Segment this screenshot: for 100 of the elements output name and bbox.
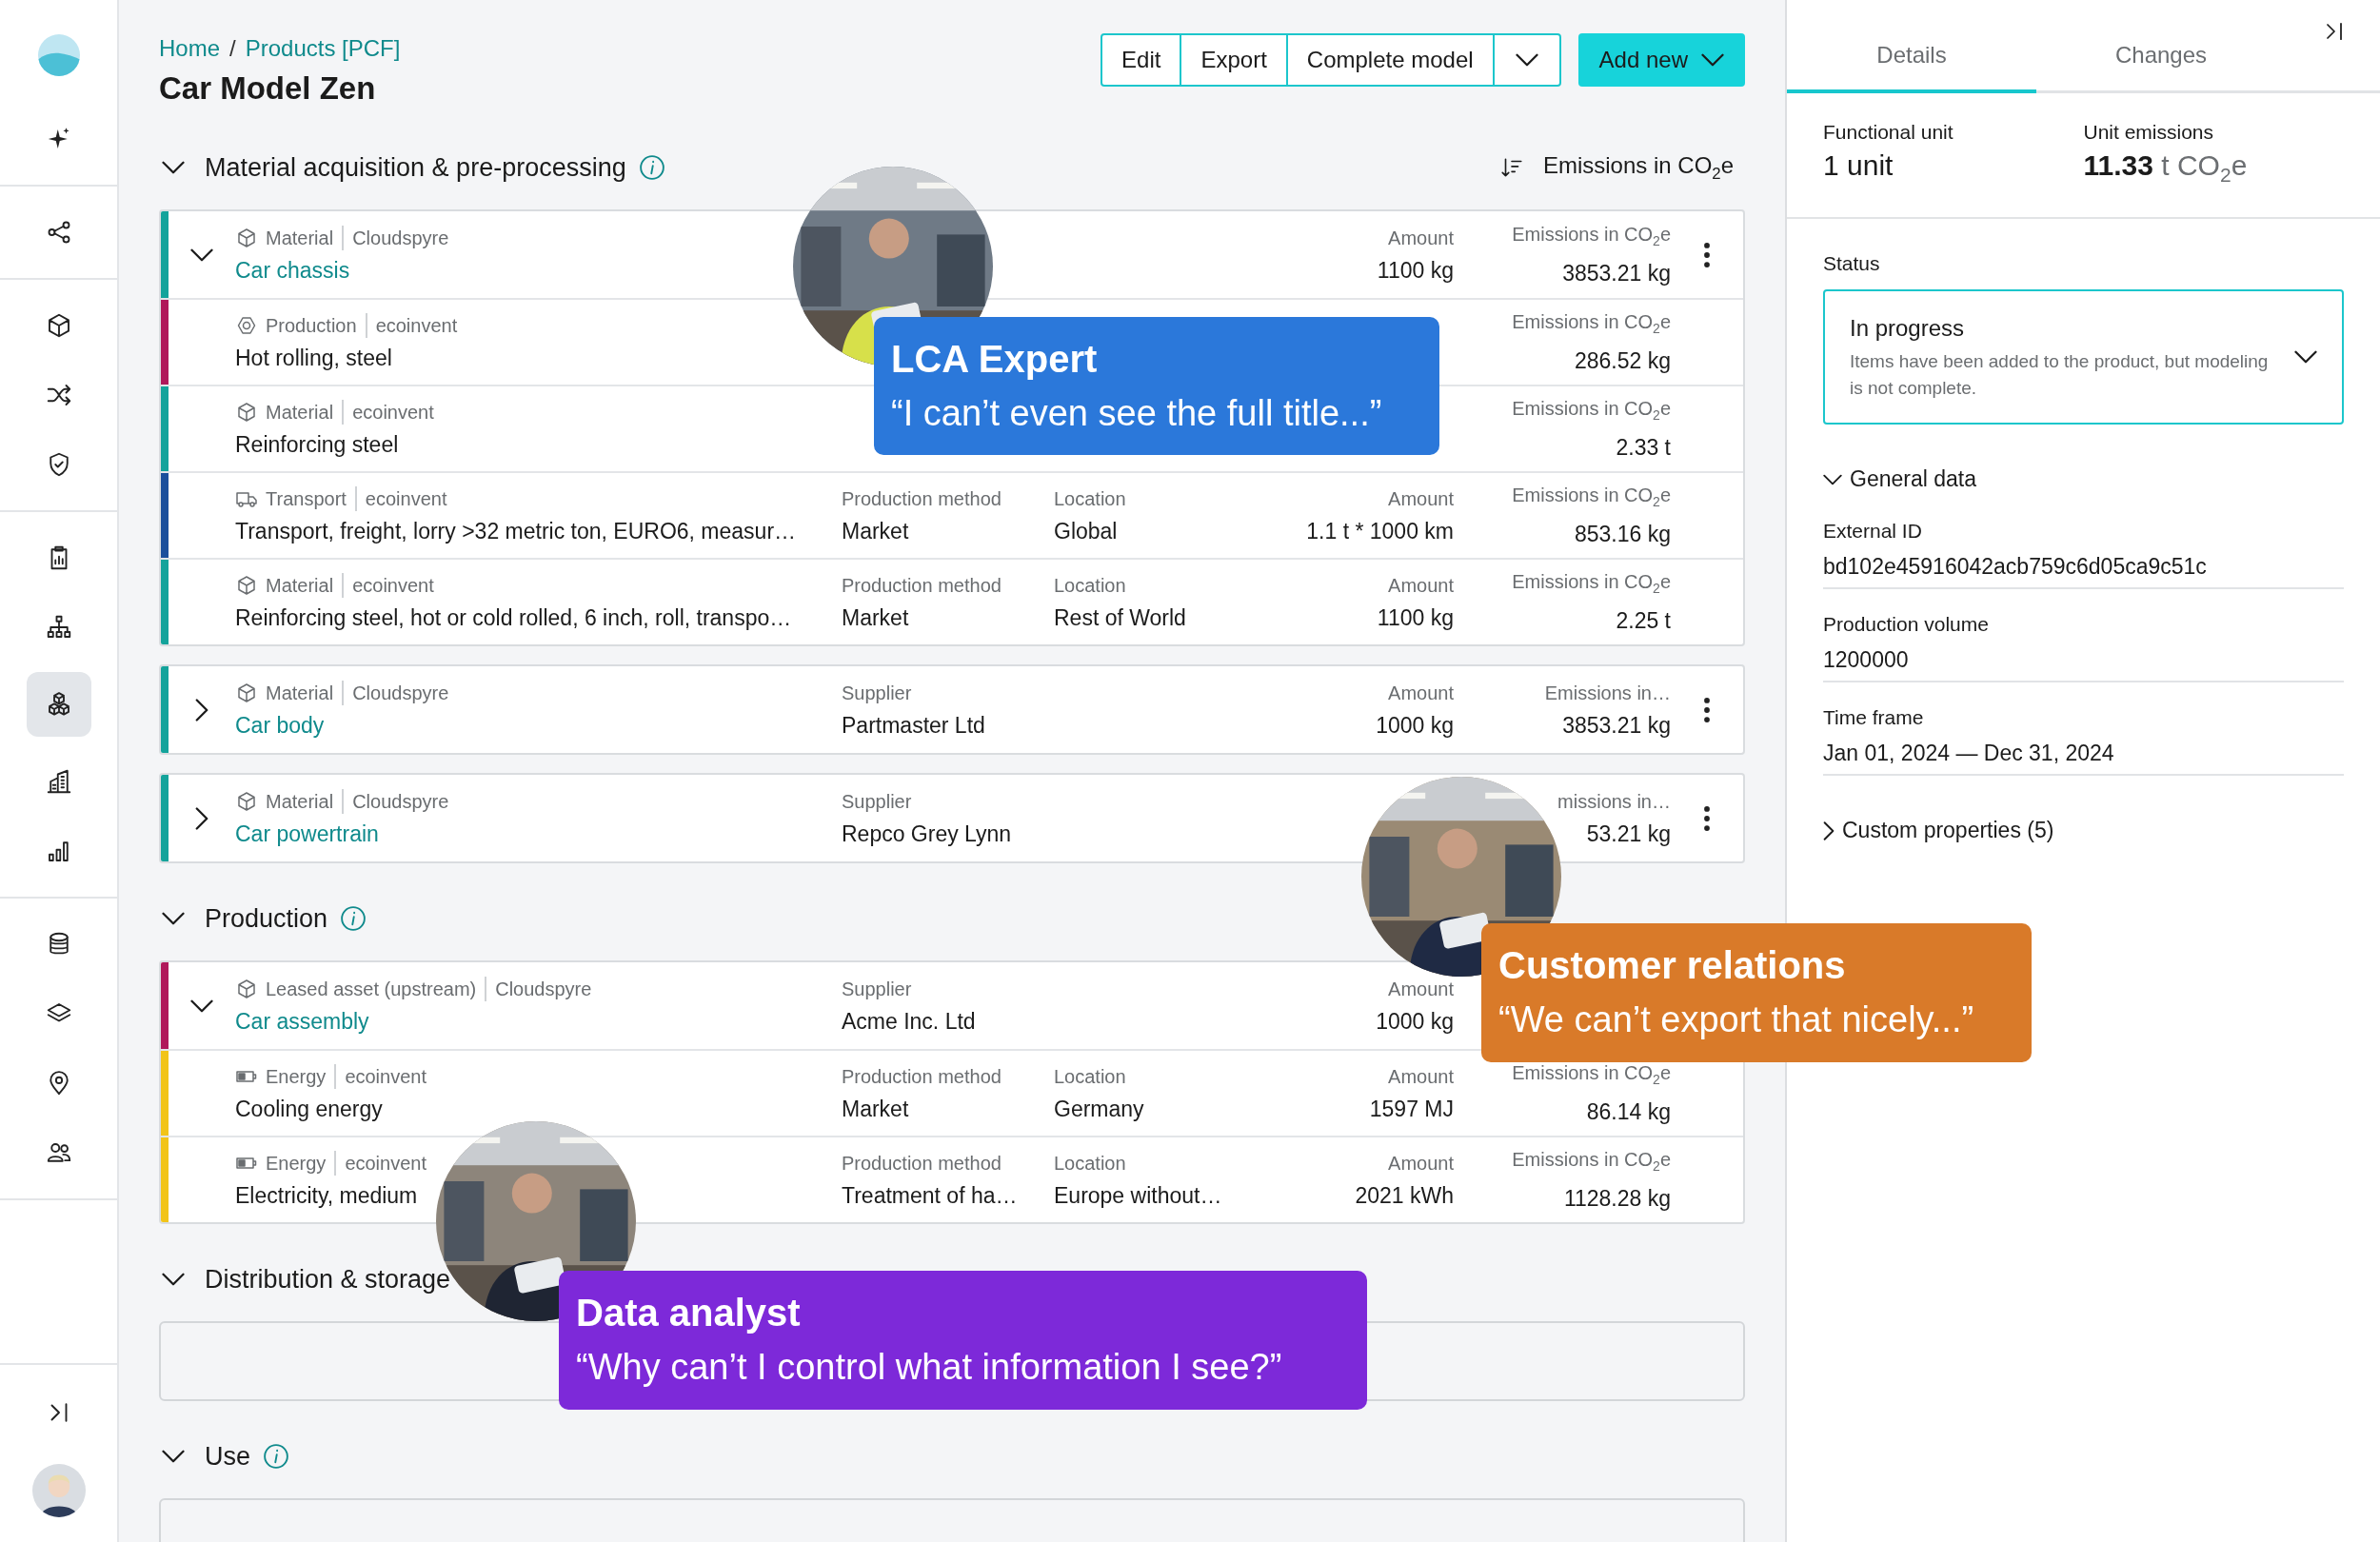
- caret-icon: [1701, 53, 1724, 67]
- item-type: Transport: [266, 486, 347, 511]
- column-label: Amount: [1388, 1064, 1454, 1089]
- cell-value: 853.16 kg: [1574, 521, 1671, 548]
- item-type: Material: [266, 226, 334, 250]
- cell-value: 286.52 kg: [1574, 347, 1671, 375]
- item-link[interactable]: Car body: [235, 710, 325, 740]
- column-label: Emissions in CO$_{2}$e: [1512, 570, 1671, 598]
- callout-title: Data analyst: [576, 1291, 802, 1335]
- cell-value: 53.21 kg: [1586, 820, 1671, 848]
- cell-value: Market: [842, 1095, 910, 1123]
- disclosure-toggle[interactable]: General data: [1823, 466, 1976, 492]
- column-label: Production method: [842, 1151, 1002, 1176]
- cell-value: Partmaster Ltd: [842, 711, 986, 740]
- column-label: Amount: [1388, 573, 1454, 598]
- cube-icon: [235, 977, 258, 1000]
- column-label: Production method: [842, 573, 1002, 598]
- cell-value: Market: [842, 517, 910, 545]
- cell-value: 1100 kg: [1377, 603, 1454, 632]
- column-label: Location: [1054, 1151, 1127, 1176]
- chevron-down-icon: [1823, 473, 1842, 485]
- cube-icon: [235, 400, 258, 424]
- item-link[interactable]: Car powertrain: [235, 819, 379, 848]
- info-icon[interactable]: [637, 153, 666, 182]
- chevron-right-icon: [1823, 820, 1835, 840]
- column-label: Emissions in CO$_{2}$e: [1512, 397, 1671, 425]
- chevron-right-icon: [195, 806, 208, 830]
- column-label: Production method: [842, 486, 1002, 511]
- sort-label: Emissions in CO$_{2}$e: [1542, 151, 1734, 184]
- column-label: Amount: [1388, 226, 1454, 250]
- disclosure-toggle[interactable]: Custom properties (5): [1823, 818, 2054, 843]
- column-label: Emissions in CO$_{2}$e: [1512, 1148, 1671, 1176]
- item-link[interactable]: Car chassis: [235, 255, 350, 285]
- chevron-down-icon: [162, 1450, 185, 1463]
- add-new-button[interactable]: Add new: [1577, 33, 1745, 87]
- cube-icon: [235, 573, 258, 597]
- item-source: ecoinvent: [342, 399, 434, 425]
- field-label: Status: [1823, 251, 1881, 276]
- cell-value: Market: [842, 603, 910, 632]
- item-name: Cooling energy: [235, 1095, 383, 1123]
- item-source: ecoinvent: [334, 1150, 426, 1176]
- item-type: Production: [266, 313, 357, 338]
- item-source: ecoinvent: [354, 485, 447, 511]
- cell-value: Germany: [1054, 1095, 1145, 1123]
- toolbar-button[interactable]: Complete model: [1287, 35, 1495, 85]
- toolbar-button[interactable]: Export: [1181, 35, 1288, 85]
- panel-tab[interactable]: Changes: [2036, 0, 2286, 93]
- toolbar-button[interactable]: Edit: [1102, 35, 1182, 85]
- cell-value: Europe without…: [1054, 1181, 1223, 1210]
- status-dropdown[interactable]: In progress Items have been added to the product, but modeling is not complete.: [1823, 289, 2344, 425]
- cell-value: Global: [1054, 517, 1119, 545]
- item-source: ecoinvent: [342, 572, 434, 598]
- cell-value: 2021 kWh: [1355, 1181, 1454, 1210]
- item-type: Material: [266, 573, 334, 598]
- cell-value: 86.14 kg: [1586, 1098, 1671, 1126]
- info-icon[interactable]: [262, 1442, 290, 1471]
- cell-value: Rest of World: [1054, 603, 1187, 632]
- breadcrumb-link[interactable]: Home: [159, 32, 221, 65]
- section-title: Production: [205, 903, 328, 934]
- more-options-icon[interactable]: [1704, 697, 1710, 722]
- cube-icon: [235, 226, 258, 249]
- callout-quote: “I can’t even see the full title...”: [891, 391, 1383, 435]
- item-source: Cloudspyre: [342, 225, 449, 250]
- column-label: Supplier: [842, 789, 913, 814]
- column-label: Amount: [1388, 1151, 1454, 1176]
- info-icon[interactable]: [339, 904, 368, 933]
- column-label: missions in…: [1557, 789, 1671, 814]
- cell-value: Treatment of ha…: [842, 1181, 1019, 1210]
- panel-tab[interactable]: Details: [1787, 0, 2036, 93]
- column-label: Emissions in CO$_{2}$e: [1512, 484, 1671, 511]
- breadcrumb-link[interactable]: Products [PCF]: [245, 32, 401, 65]
- column-label: Location: [1054, 1064, 1127, 1089]
- item-name: Transport, freight, lorry >32 metric ton, EURO6, measur…: [235, 517, 797, 545]
- column-label: Amount: [1388, 977, 1454, 1001]
- field-label: Functional unit: [1823, 120, 1954, 145]
- callout-quote: “We can’t export that nicely...”: [1498, 998, 1975, 1041]
- cell-value: Repco Grey Lynn: [842, 820, 1013, 848]
- chevron-down-icon: [162, 1273, 185, 1286]
- field-label: External ID: [1823, 519, 1923, 544]
- nav-item[interactable]: [26, 672, 91, 737]
- column-label: Emissions in CO$_{2}$e: [1512, 1061, 1671, 1089]
- cell-value: 1.1 t * 1000 km: [1306, 517, 1454, 545]
- item-source: Cloudspyre: [342, 680, 449, 705]
- field-label: Unit emissions: [2083, 120, 2215, 145]
- item-type: Material: [266, 681, 334, 705]
- cell-value: 1000 kg: [1376, 711, 1454, 740]
- chevron-down-icon: [190, 998, 213, 1013]
- more-options-icon[interactable]: [1704, 242, 1710, 267]
- column-label: Emissions in CO$_{2}$e: [1512, 310, 1671, 338]
- chevron-right-icon: [195, 698, 208, 722]
- section-title: Distribution & storage: [205, 1264, 451, 1295]
- chevron-down-icon: [190, 247, 213, 262]
- callout-title: Customer relations: [1498, 943, 1847, 988]
- item-source: Cloudspyre: [342, 788, 449, 814]
- field-label: Production volume: [1823, 612, 1990, 637]
- more-options-icon[interactable]: [1704, 805, 1710, 831]
- cell-value: 1597 MJ: [1369, 1095, 1454, 1123]
- item-type: Leased asset (upstream): [266, 977, 477, 1001]
- item-link[interactable]: Car assembly: [235, 1006, 369, 1036]
- item-name: Reinforcing steel: [235, 430, 399, 459]
